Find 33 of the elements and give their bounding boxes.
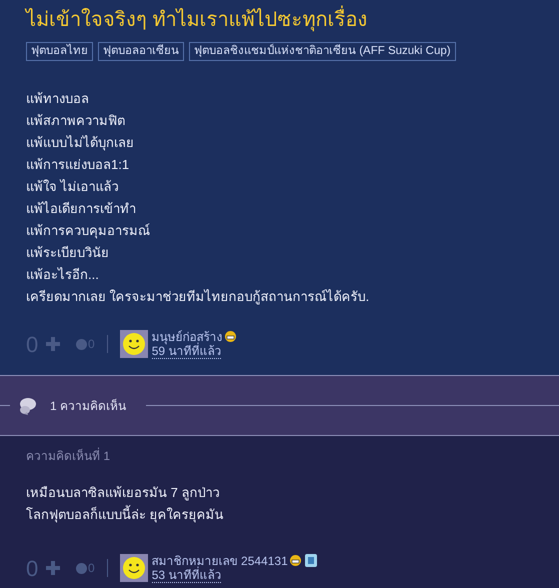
emotion-icon[interactable] (76, 562, 87, 574)
topic-title: ไม่เข้าใจจริงๆ ทำไมเราแพ้ไปซะทุกเรื่อง (26, 6, 533, 34)
body-text: แพ้อะไรอีก... (26, 266, 100, 284)
grin-emoji-icon (290, 555, 301, 566)
smiley-avatar-icon[interactable] (120, 330, 148, 358)
body-text: แพ้สภาพความฟิต (26, 112, 126, 130)
username-link[interactable]: มนุษย์ก่อสร้าง (152, 330, 223, 344)
body-text: เครียดมากเลย ใครจะมาช่วยทีมไทยกอบกู้สถานการณ์ได้ครับ. (26, 288, 370, 306)
smiley-avatar-icon[interactable] (120, 554, 148, 582)
vote-count: 0 (26, 554, 40, 582)
comment-count: 1 ความคิดเห็น (50, 398, 126, 414)
post-time-link[interactable]: 53 นาทีที่แล้ว (152, 568, 222, 582)
plus-icon[interactable] (44, 559, 62, 577)
body-text: แพ้การควบคุมอารมณ์ (26, 222, 151, 240)
grin-emoji-icon (224, 331, 236, 342)
post-time-link[interactable]: 59 นาทีที่แล้ว (152, 344, 222, 358)
plus-icon[interactable] (44, 335, 62, 353)
comment-number: ความคิดเห็นที่ 1 (26, 448, 112, 464)
tag-link[interactable]: ฟุตบอลไทย (26, 42, 93, 61)
emotion-icon[interactable] (76, 338, 87, 350)
body-text: แพ้ไอเดียการเข้าทำ (26, 200, 137, 218)
comment-text: โลกฟุตบอลก็แบบนี้ล่ะ ยุคใครยุคมัน (26, 504, 225, 524)
body-text: แพ้การแย่งบอล1:1 (26, 156, 130, 174)
body-text: แพ้แบบไม่ได้บุกเลย (26, 134, 135, 152)
tag-link[interactable]: ฟุตบอลชิงแชมป์แห่งชาติอาเซียน (AFF Suzuki Cup) (189, 42, 456, 61)
emotion-count: 0 (88, 560, 95, 577)
tag-link[interactable]: ฟุตบอลอาเซียน (98, 42, 184, 61)
comment-text: เหมือนบลาซิลแพ้เยอรมัน 7 ลูกป่าว (26, 484, 220, 502)
body-text: แพ้ทางบอล (26, 90, 90, 108)
speech-bubbles-icon (18, 396, 38, 416)
username-link[interactable]: สมาชิกหมายเลข 2544131 (152, 554, 288, 568)
body-text: แพ้ระเบียบวินัย (26, 244, 110, 262)
body-text: แพ้ใจ ไม่เอาแล้ว (26, 178, 120, 196)
